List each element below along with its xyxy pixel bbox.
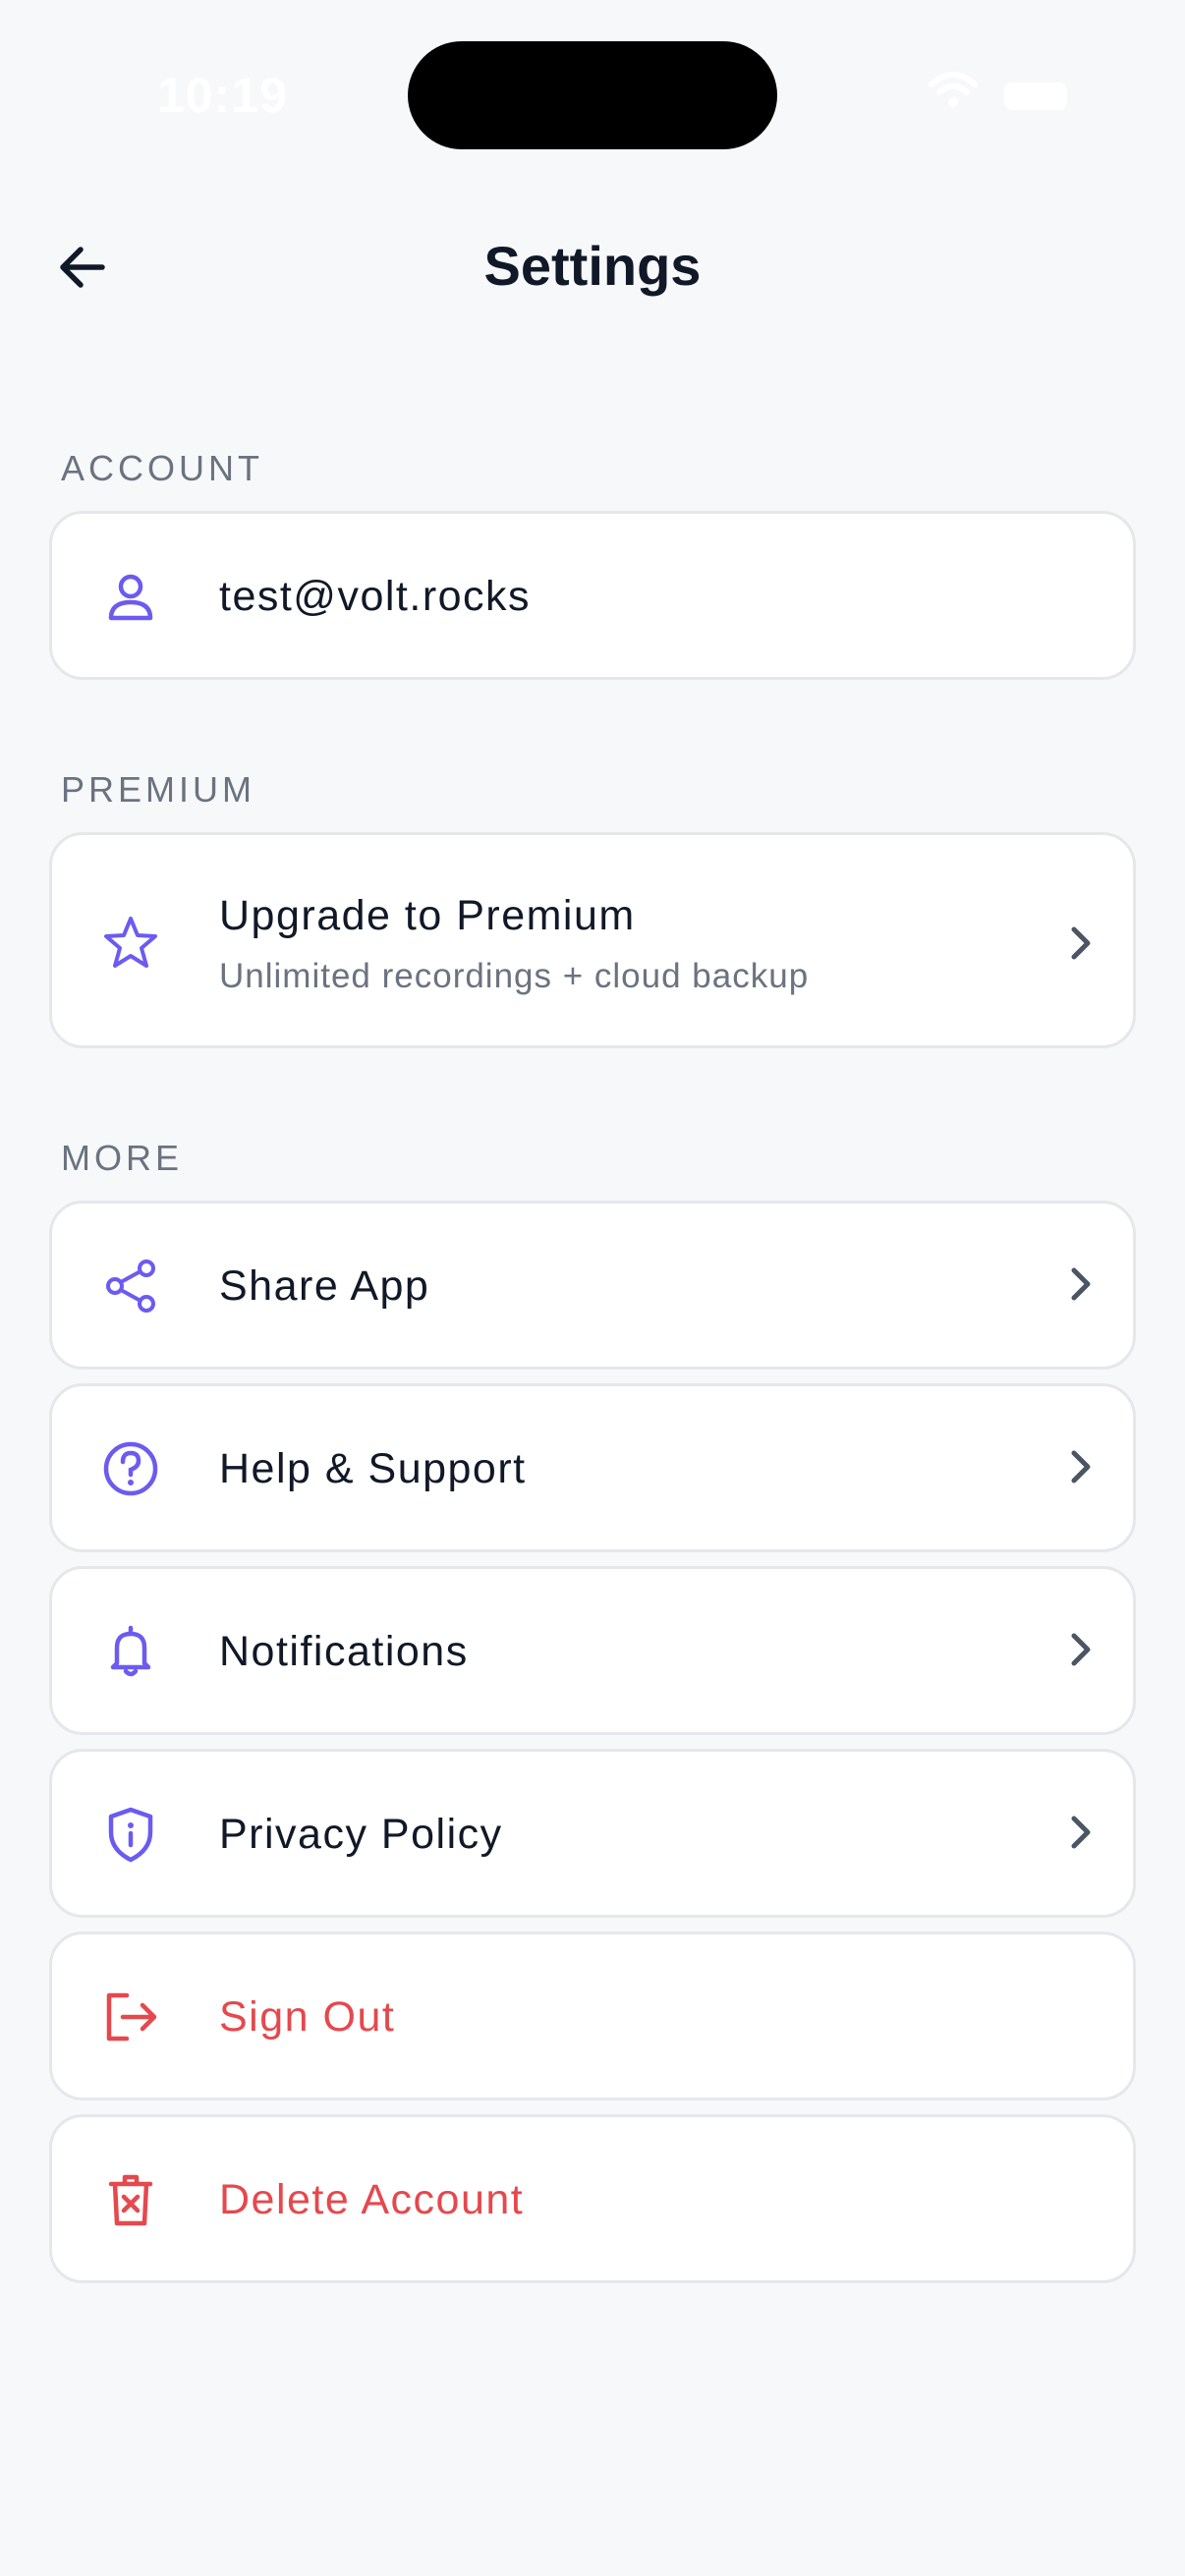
bell-icon — [99, 1620, 162, 1683]
upgrade-premium-subtitle: Unlimited recordings + cloud backup — [219, 957, 810, 995]
chevron-right-icon — [1054, 1441, 1105, 1492]
privacy-policy-row[interactable]: Privacy Policy — [49, 1749, 1136, 1918]
help-support-row[interactable]: Help & Support — [49, 1383, 1136, 1552]
chevron-right-icon — [1054, 1259, 1105, 1310]
share-app-label: Share App — [219, 1262, 430, 1310]
chevron-right-icon — [1054, 918, 1105, 969]
privacy-policy-label: Privacy Policy — [219, 1811, 503, 1858]
trash-icon — [99, 2168, 162, 2231]
dynamic-island — [408, 41, 777, 149]
help-circle-icon — [99, 1437, 162, 1500]
header: Settings — [0, 196, 1185, 334]
notifications-label: Notifications — [219, 1628, 469, 1675]
account-email: test@volt.rocks — [219, 573, 532, 620]
share-app-row[interactable]: Share App — [49, 1201, 1136, 1370]
chevron-right-icon — [1054, 1624, 1105, 1675]
account-email-row[interactable]: test@volt.rocks — [49, 511, 1136, 680]
chevron-right-icon — [1054, 1807, 1105, 1858]
sign-out-label: Sign Out — [219, 1993, 396, 2041]
share-icon — [99, 1255, 162, 1317]
section-label-account: ACCOUNT — [61, 448, 263, 488]
page-title: Settings — [483, 235, 702, 297]
section-label-premium: PREMIUM — [61, 769, 255, 810]
delete-account-row[interactable]: Delete Account — [49, 2114, 1136, 2283]
help-support-label: Help & Support — [219, 1445, 527, 1492]
status-time: 10:19 — [157, 68, 288, 123]
upgrade-premium-row[interactable]: Upgrade to Premium Unlimited recordings … — [49, 832, 1136, 1048]
user-icon — [99, 565, 162, 628]
star-icon — [99, 912, 162, 975]
delete-account-label: Delete Account — [219, 2176, 525, 2223]
sign-out-row[interactable]: Sign Out — [49, 1932, 1136, 2100]
battery-icon — [1004, 83, 1067, 110]
sign-out-icon — [99, 1986, 162, 2048]
wifi-icon — [929, 72, 978, 107]
upgrade-premium-title: Upgrade to Premium — [219, 892, 636, 939]
shield-info-icon — [99, 1803, 162, 1866]
notifications-row[interactable]: Notifications — [49, 1566, 1136, 1735]
section-label-more: MORE — [61, 1138, 183, 1178]
status-bar: 10:19 — [0, 0, 1185, 187]
